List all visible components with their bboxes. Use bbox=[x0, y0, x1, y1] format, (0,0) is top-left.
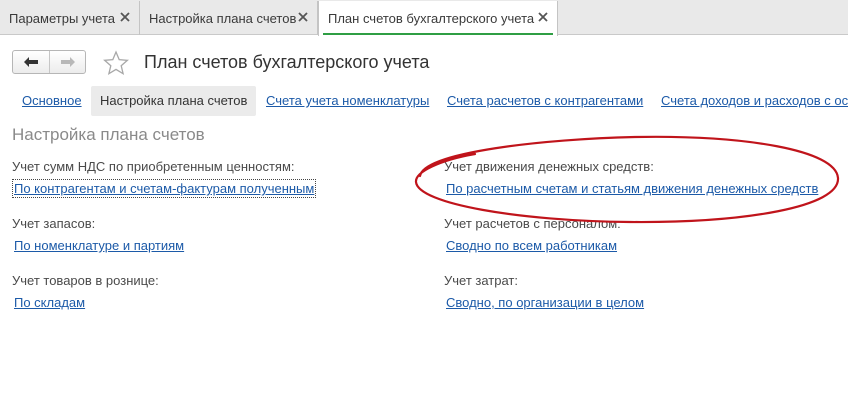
tab-bar: Параметры учета Настройка плана счетов П… bbox=[0, 0, 848, 36]
inventory-accounting-link[interactable]: По номенклатуре и партиям bbox=[14, 238, 184, 253]
section-link-chart-settings[interactable]: Настройка плана счетов bbox=[91, 86, 257, 116]
arrow-right-icon bbox=[60, 57, 75, 67]
section-link-main[interactable]: Основное bbox=[22, 86, 82, 116]
section-navigation: Основное Настройка плана счетов Счета уч… bbox=[12, 86, 848, 116]
inventory-accounting-label: Учет запасов: bbox=[12, 216, 96, 231]
cost-accounting-link[interactable]: Сводно, по организации в целом bbox=[446, 295, 644, 310]
arrow-left-icon bbox=[24, 57, 38, 67]
section-link-counterparty-accounts[interactable]: Счета расчетов с контрагентами bbox=[447, 86, 643, 116]
personnel-settlements-label: Учет расчетов с персоналом: bbox=[444, 216, 621, 231]
vat-accounting-link[interactable]: По контрагентам и счетам-фактурам получе… bbox=[11, 179, 317, 198]
vat-accounting-label: Учет сумм НДС по приобретенным ценностям… bbox=[12, 159, 295, 174]
close-icon[interactable] bbox=[537, 11, 549, 23]
retail-goods-accounting-label: Учет товаров в рознице: bbox=[12, 273, 159, 288]
tab-chart-of-accounts[interactable]: План счетов бухгалтерского учета bbox=[318, 1, 558, 36]
section-link-inventory-accounts[interactable]: Счета учета номенклатуры bbox=[266, 86, 429, 116]
cash-flow-accounting-link[interactable]: По расчетным счетам и статьям движения д… bbox=[446, 181, 818, 196]
tab-label: План счетов бухгалтерского учета bbox=[328, 11, 535, 26]
tab-chart-settings[interactable]: Настройка плана счетов bbox=[140, 1, 318, 35]
close-icon[interactable] bbox=[297, 11, 309, 23]
cash-flow-accounting-label: Учет движения денежных средств: bbox=[444, 159, 654, 174]
forward-button[interactable] bbox=[49, 51, 85, 73]
tab-label: Настройка плана счетов bbox=[149, 10, 297, 26]
tab-label: Параметры учета bbox=[9, 10, 116, 26]
back-button[interactable] bbox=[13, 51, 49, 73]
close-icon[interactable] bbox=[119, 11, 131, 23]
section-title: Настройка плана счетов bbox=[12, 125, 205, 144]
history-navigation bbox=[12, 50, 86, 74]
page-title: План счетов бухгалтерского учета bbox=[144, 52, 430, 72]
favorite-star-icon[interactable] bbox=[103, 50, 129, 76]
personnel-settlements-link[interactable]: Сводно по всем работникам bbox=[446, 238, 617, 253]
cost-accounting-label: Учет затрат: bbox=[444, 273, 518, 288]
tab-accounting-parameters[interactable]: Параметры учета bbox=[0, 1, 140, 35]
retail-goods-accounting-link[interactable]: По складам bbox=[14, 295, 85, 310]
section-link-income-expense-accounts[interactable]: Счета доходов и расходов с ос bbox=[661, 86, 848, 116]
